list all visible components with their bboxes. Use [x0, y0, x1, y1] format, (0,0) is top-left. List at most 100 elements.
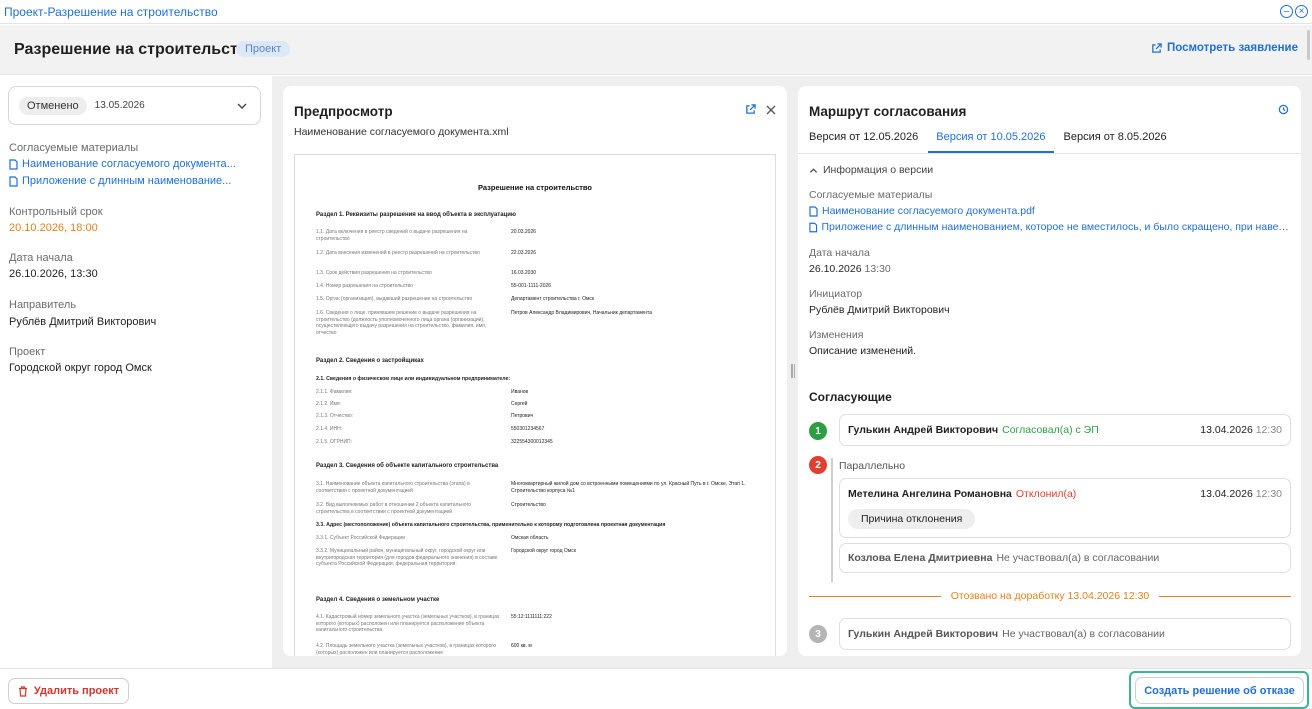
status-dropdown[interactable]: Отменено 13.05.2026	[8, 86, 261, 125]
tab-version-2[interactable]: Версия от 10.05.2026	[928, 131, 1054, 153]
chevron-up-icon	[809, 167, 818, 173]
approver-card: Гулькин Андрей Викторович Не участвовал(а…	[839, 618, 1291, 650]
approval-status: Не участвовал(а) в согласовании	[996, 552, 1160, 564]
preview-actions	[745, 104, 776, 115]
status-pill: Отменено	[19, 96, 87, 115]
approver-card: Козлова Елена Дмитриевна Не участвовал(а)…	[839, 543, 1291, 573]
external-link-icon[interactable]	[745, 104, 756, 115]
deadline-value: 20.10.2026, 18:00	[9, 222, 98, 234]
preview-title: Предпросмотр	[294, 104, 393, 119]
approver-name: Гулькин Андрей Викторович	[848, 628, 999, 640]
rejection-reason[interactable]: Причина отклонения	[848, 509, 976, 529]
route-materials-label: Согласуемые материалы	[809, 189, 933, 201]
route-material-link-1[interactable]: Наименование согласуемого документа.pdf	[809, 205, 1289, 217]
parallel-line	[831, 458, 833, 582]
doc-section-1: Раздел 1. Реквизиты разрешения на ввод о…	[316, 212, 517, 218]
material-link-2[interactable]: Приложение с длинным наименование...	[9, 175, 231, 187]
version-info-label: Информация о версии	[823, 164, 934, 176]
trash-icon	[18, 685, 27, 697]
initiator-label: Инициатор	[809, 288, 863, 300]
status-date: 13.05.2026	[94, 100, 145, 111]
start-label: Дата начала	[9, 252, 73, 264]
delete-project-button[interactable]: Удалить проект	[8, 678, 129, 704]
step-number: 3	[809, 625, 827, 643]
step-number: 2	[809, 456, 827, 474]
approver-card: Метелина Ангелина Романовна Отклонил(а) 1…	[839, 478, 1291, 538]
project-label: Проект	[9, 346, 46, 358]
initiator-value: Рублёв Дмитрий Викторович	[809, 304, 950, 316]
approval-status: Отклонил(а)	[1015, 488, 1077, 500]
view-application-link[interactable]: Посмотреть заявление	[1151, 42, 1298, 54]
doc-section-3: Раздел 3. Сведения об объекте капитально…	[316, 463, 499, 469]
route-area: Маршрут согласования Версия от 12.05.202…	[798, 76, 1312, 668]
material-link-1[interactable]: Наименование согласуемого документа...	[9, 158, 236, 170]
document-icon	[809, 205, 818, 217]
page-header: Разрешение на строительство Проект Посмо…	[0, 25, 1312, 75]
revoked-text: Отозвано на доработку 13.04.2026 12:30	[950, 590, 1150, 602]
left-panel: Отменено 13.05.2026 Согласуемые материал…	[0, 76, 272, 668]
start-value: 26.10.2026, 13:30	[9, 268, 98, 280]
approval-date: 13.04.2026 12:30	[1200, 424, 1282, 436]
version-info-toggle[interactable]: Информация о версии	[809, 164, 933, 176]
create-refusal-button[interactable]: Создать решение об отказе	[1135, 677, 1304, 704]
changes-value: Описание изменений.	[809, 345, 917, 357]
route-card: Маршрут согласования Версия от 12.05.202…	[798, 86, 1301, 656]
close-icon[interactable]: ×	[1295, 5, 1308, 18]
step-number: 1	[809, 422, 827, 440]
deadline-label: Контрольный срок	[9, 206, 103, 218]
chevron-down-icon	[237, 103, 247, 109]
approver-card: Гулькин Андрей Викторович Согласовал(а) с…	[839, 414, 1291, 446]
route-material-link-2-label: Приложение с длинным наименованием, кото…	[821, 221, 1290, 233]
doc-subsection: 2.1. Сведения о физическом лице или инди…	[316, 376, 511, 382]
preview-card: Предпросмотр Наименование согласуемого д…	[283, 86, 787, 656]
approver-name: Козлова Елена Дмитриевна	[848, 552, 993, 564]
history-icon[interactable]	[1278, 104, 1289, 115]
close-icon[interactable]	[766, 105, 776, 115]
route-material-link-1-label: Наименование согласуемого документа.pdf	[822, 205, 1035, 217]
document-icon	[809, 222, 818, 232]
minimize-icon[interactable]: –	[1280, 5, 1293, 18]
materials-label: Согласуемые материалы	[9, 142, 139, 154]
scrollbar[interactable]	[1307, 30, 1310, 60]
footer-bar: Удалить проект Создать решение об отказе	[0, 668, 1312, 709]
changes-label: Изменения	[809, 329, 864, 341]
approver-name: Гулькин Андрей Викторович	[848, 424, 999, 436]
preview-file-name: Наименование согласуемого документа.xml	[294, 126, 509, 138]
approval-status: Согласовал(а) с ЭП	[1002, 424, 1099, 436]
doc-subsection: 3.3. Адрес (местоположение) объекта капи…	[316, 522, 666, 528]
external-link-icon	[1152, 42, 1162, 53]
approvers-title: Согласующие	[809, 390, 892, 404]
version-tabs: Версия от 12.05.2026 Версия от 10.05.202…	[809, 131, 1185, 153]
status-badge: Проект	[236, 41, 291, 57]
doc-title: Разрешение на строительство	[477, 183, 593, 192]
doc-section-4: Раздел 4. Сведения о земельном участке	[316, 597, 440, 603]
route-material-link-2[interactable]: Приложение с длинным наименованием, кото…	[809, 221, 1289, 233]
project-value: Городской округ город Омск	[9, 362, 152, 374]
view-application-label: Посмотреть заявление	[1167, 42, 1298, 54]
window-titlebar: Проект-Разрешение на строительство – ×	[0, 0, 1312, 24]
page-title: Разрешение на строительство	[14, 41, 258, 58]
document-icon	[9, 175, 18, 187]
material-link-1-label: Наименование согласуемого документа...	[22, 158, 236, 170]
approval-date: 13.04.2026 12:30	[1200, 488, 1282, 500]
revoked-divider: Отозвано на доработку 13.04.2026 12:30	[809, 590, 1292, 602]
delete-project-label: Удалить проект	[33, 685, 120, 697]
tab-version-1[interactable]: Версия от 12.05.2026	[809, 131, 918, 153]
sender-value: Рублёв Дмитрий Викторович	[9, 316, 157, 328]
parallel-label: Параллельно	[839, 460, 906, 472]
preview-area: Предпросмотр Наименование согласуемого д…	[272, 76, 798, 668]
route-start-label: Дата начала	[809, 247, 870, 259]
material-link-2-label: Приложение с длинным наименование...	[22, 175, 232, 187]
route-title: Маршрут согласования	[809, 104, 967, 119]
resize-handle[interactable]	[791, 364, 796, 378]
tab-version-3[interactable]: Версия от 8.05.2026	[1064, 131, 1167, 153]
document-icon	[9, 158, 18, 170]
sender-label: Направитель	[9, 299, 77, 311]
tabs-divider	[798, 153, 1301, 154]
route-start-value: 26.10.2026 13:30	[809, 263, 891, 275]
window-title: Проект-Разрешение на строительство	[4, 4, 218, 19]
approver-name: Метелина Ангелина Романовна	[848, 488, 1012, 500]
window-controls: – ×	[1280, 5, 1308, 18]
approval-status: Не участвовал(а) в согласовании	[1002, 628, 1165, 640]
document-page: Разрешение на строительство Раздел 1. Ре…	[294, 154, 776, 656]
